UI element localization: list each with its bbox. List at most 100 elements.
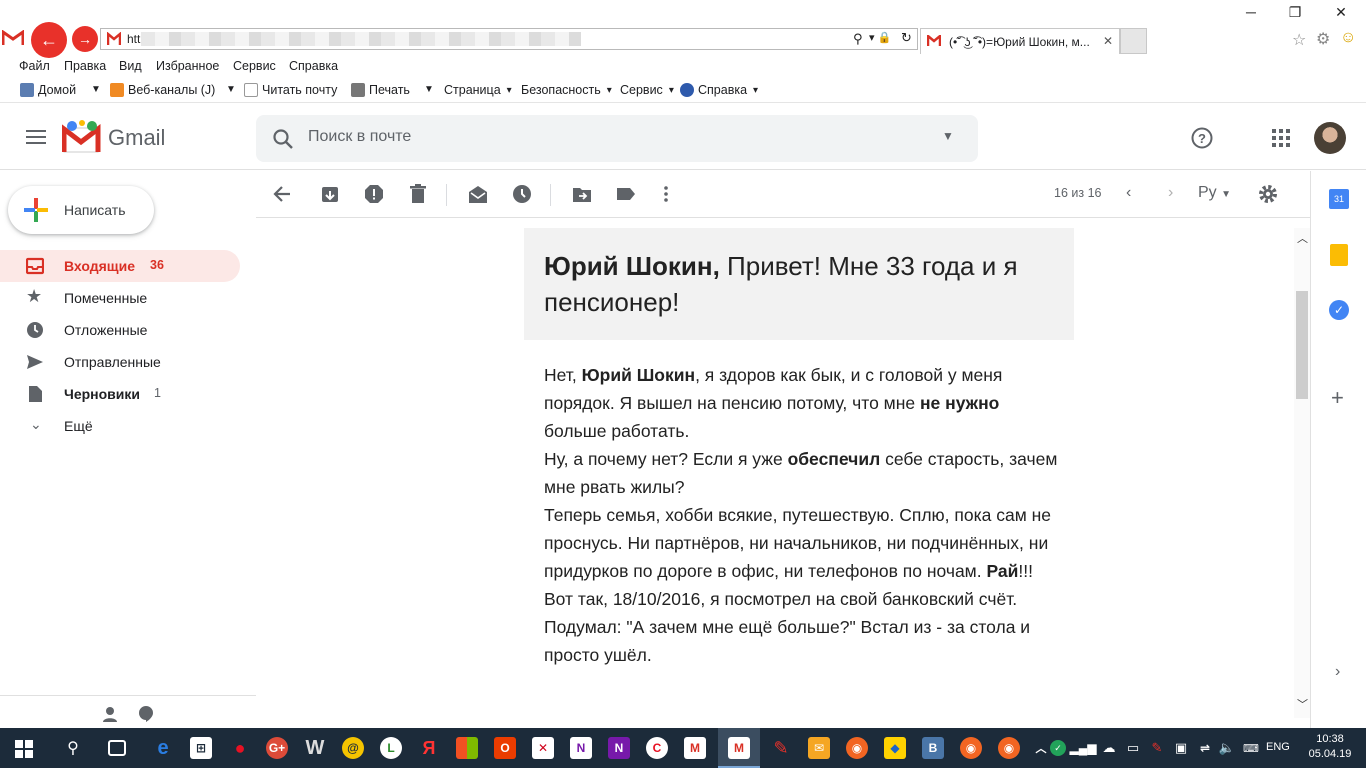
tiles-icon[interactable]: [456, 737, 478, 759]
gmail-active-taskbar[interactable]: M: [718, 728, 760, 768]
windows-start-icon[interactable]: [15, 740, 33, 758]
print-dropdown-icon[interactable]: ▼: [424, 84, 434, 95]
scrollbar-thumb[interactable]: [1296, 291, 1308, 399]
smiley-icon[interactable]: ☺: [1340, 29, 1356, 47]
shield-app-icon[interactable]: ◆: [884, 737, 906, 759]
usb-icon[interactable]: ⇌: [1194, 737, 1216, 759]
red-c-icon[interactable]: C: [646, 737, 668, 759]
menu-edit[interactable]: Правка: [64, 59, 106, 73]
task-view-icon[interactable]: [108, 740, 126, 756]
app-circle3-icon[interactable]: ◉: [998, 737, 1020, 759]
feeds-button[interactable]: Веб-каналы (J): [110, 83, 215, 97]
home-button[interactable]: Домой: [20, 83, 76, 97]
search-icon[interactable]: [272, 128, 294, 150]
green-app-icon[interactable]: L: [380, 737, 402, 759]
apps-grid-icon[interactable]: [1272, 129, 1296, 153]
battery-icon[interactable]: ▭: [1122, 737, 1144, 759]
add-addon-icon[interactable]: +: [1331, 385, 1344, 411]
label-icon[interactable]: [616, 184, 636, 204]
menu-help[interactable]: Справка: [289, 59, 338, 73]
settings-gear-icon[interactable]: [1258, 184, 1278, 204]
calendar-icon[interactable]: 31: [1329, 189, 1349, 209]
feeds-dropdown-icon[interactable]: ▼: [226, 84, 236, 95]
onenote2-icon[interactable]: N: [608, 737, 630, 759]
sidebar-item-sent[interactable]: Отправленные: [0, 346, 240, 378]
maximize-button[interactable]: ❐: [1272, 4, 1318, 24]
address-bar[interactable]: htt ⚲ ▾ 🔒 ↻: [100, 28, 918, 50]
more-options-icon[interactable]: [656, 184, 676, 204]
mark-unread-icon[interactable]: [468, 184, 488, 204]
tab-close-icon[interactable]: ✕: [1103, 34, 1113, 48]
keep-icon[interactable]: [1330, 244, 1348, 266]
tray-expand-icon[interactable]: ︿: [1030, 737, 1052, 759]
gmail-logo[interactable]: Gmail: [61, 120, 174, 156]
app-circle-icon[interactable]: ◉: [846, 737, 868, 759]
menu-tools[interactable]: Сервис: [233, 59, 276, 73]
menu-file[interactable]: Файл: [19, 59, 50, 73]
home-dropdown-icon[interactable]: ▼: [91, 84, 101, 95]
minimize-button[interactable]: ─: [1228, 4, 1274, 24]
keyboard-icon[interactable]: ⌨: [1240, 737, 1262, 759]
mail-at-icon[interactable]: @: [342, 737, 364, 759]
network-icon[interactable]: ▂▄▆: [1070, 737, 1097, 759]
store-icon[interactable]: ⊞: [190, 737, 212, 759]
search-input[interactable]: Поиск в почте: [308, 128, 411, 146]
cloud-icon[interactable]: ☁: [1098, 737, 1120, 759]
maps-icon[interactable]: ●: [229, 737, 251, 759]
scroll-up-icon[interactable]: ︿: [1297, 230, 1308, 246]
language-selector[interactable]: Ру ▼: [1198, 184, 1231, 202]
avatar[interactable]: [1314, 122, 1346, 154]
onenote-icon[interactable]: N: [570, 737, 592, 759]
expand-panel-icon[interactable]: ›: [1335, 663, 1340, 681]
next-page-icon[interactable]: ›: [1168, 184, 1173, 202]
search-bar[interactable]: Поиск в почте ▼: [256, 115, 978, 162]
menu-view[interactable]: Вид: [119, 59, 142, 73]
safety-menu[interactable]: Безопасность: [521, 83, 612, 97]
print-button[interactable]: Печать: [351, 83, 410, 97]
vk-icon[interactable]: B: [922, 737, 944, 759]
yandex-icon[interactable]: Я: [418, 737, 440, 759]
pencil-icon[interactable]: ✎: [770, 737, 792, 759]
sidebar-item-starred[interactable]: ★ Помеченные: [0, 282, 240, 314]
w-app-icon[interactable]: W: [304, 737, 326, 759]
envelope-icon[interactable]: ✉: [808, 737, 830, 759]
sidebar-item-inbox[interactable]: Входящие 36: [0, 250, 240, 282]
search-icon[interactable]: ⚲: [853, 31, 863, 47]
home-icon[interactable]: ☆: [1292, 30, 1306, 50]
monitor-icon[interactable]: ▣: [1170, 737, 1192, 759]
archive-icon[interactable]: [320, 184, 340, 204]
snooze-icon[interactable]: [512, 184, 532, 204]
edge-icon[interactable]: e: [152, 737, 174, 759]
page-menu[interactable]: Страница: [444, 83, 512, 97]
prev-page-icon[interactable]: ‹: [1126, 184, 1131, 202]
sidebar-item-more[interactable]: ⌄ Ещё: [0, 410, 240, 442]
search-options-icon[interactable]: ▼: [942, 129, 954, 143]
lock-icon[interactable]: ▾ 🔒: [869, 31, 891, 44]
app-circle2-icon[interactable]: ◉: [960, 737, 982, 759]
hangouts-icon[interactable]: [138, 705, 154, 723]
support-icon[interactable]: ?: [1190, 126, 1214, 150]
sidebar-item-drafts[interactable]: Черновики 1: [0, 378, 240, 410]
red-x-icon[interactable]: ✕: [532, 737, 554, 759]
office-icon[interactable]: O: [494, 737, 516, 759]
new-tab-button[interactable]: [1120, 28, 1147, 54]
browser-tab[interactable]: (•͡˘ ͜ʖ ͡˘•)=Юрий Шокин, м... ✕: [920, 28, 1120, 54]
forward-button[interactable]: →: [72, 26, 98, 52]
menu-favorites[interactable]: Избранное: [156, 59, 219, 73]
gmail-orange-icon[interactable]: M: [684, 737, 706, 759]
move-to-icon[interactable]: [572, 184, 592, 204]
volume-icon[interactable]: 🔈: [1216, 737, 1238, 759]
trash-icon[interactable]: [408, 184, 428, 204]
clock[interactable]: 10:38 05.04.19: [1300, 732, 1360, 762]
back-arrow-icon[interactable]: [272, 184, 292, 204]
spam-icon[interactable]: [364, 184, 384, 204]
help-menu[interactable]: Справка: [680, 83, 758, 97]
search-taskbar-icon[interactable]: ⚲: [62, 737, 84, 759]
gear-icon[interactable]: ⚙: [1316, 29, 1330, 49]
google-plus-icon[interactable]: G+: [266, 737, 288, 759]
compose-button[interactable]: Написать: [8, 186, 154, 234]
tray-app-icon[interactable]: ✎: [1146, 737, 1168, 759]
input-language[interactable]: ENG: [1266, 741, 1290, 753]
main-menu-icon[interactable]: [26, 130, 46, 144]
refresh-icon[interactable]: ↻: [901, 30, 912, 46]
